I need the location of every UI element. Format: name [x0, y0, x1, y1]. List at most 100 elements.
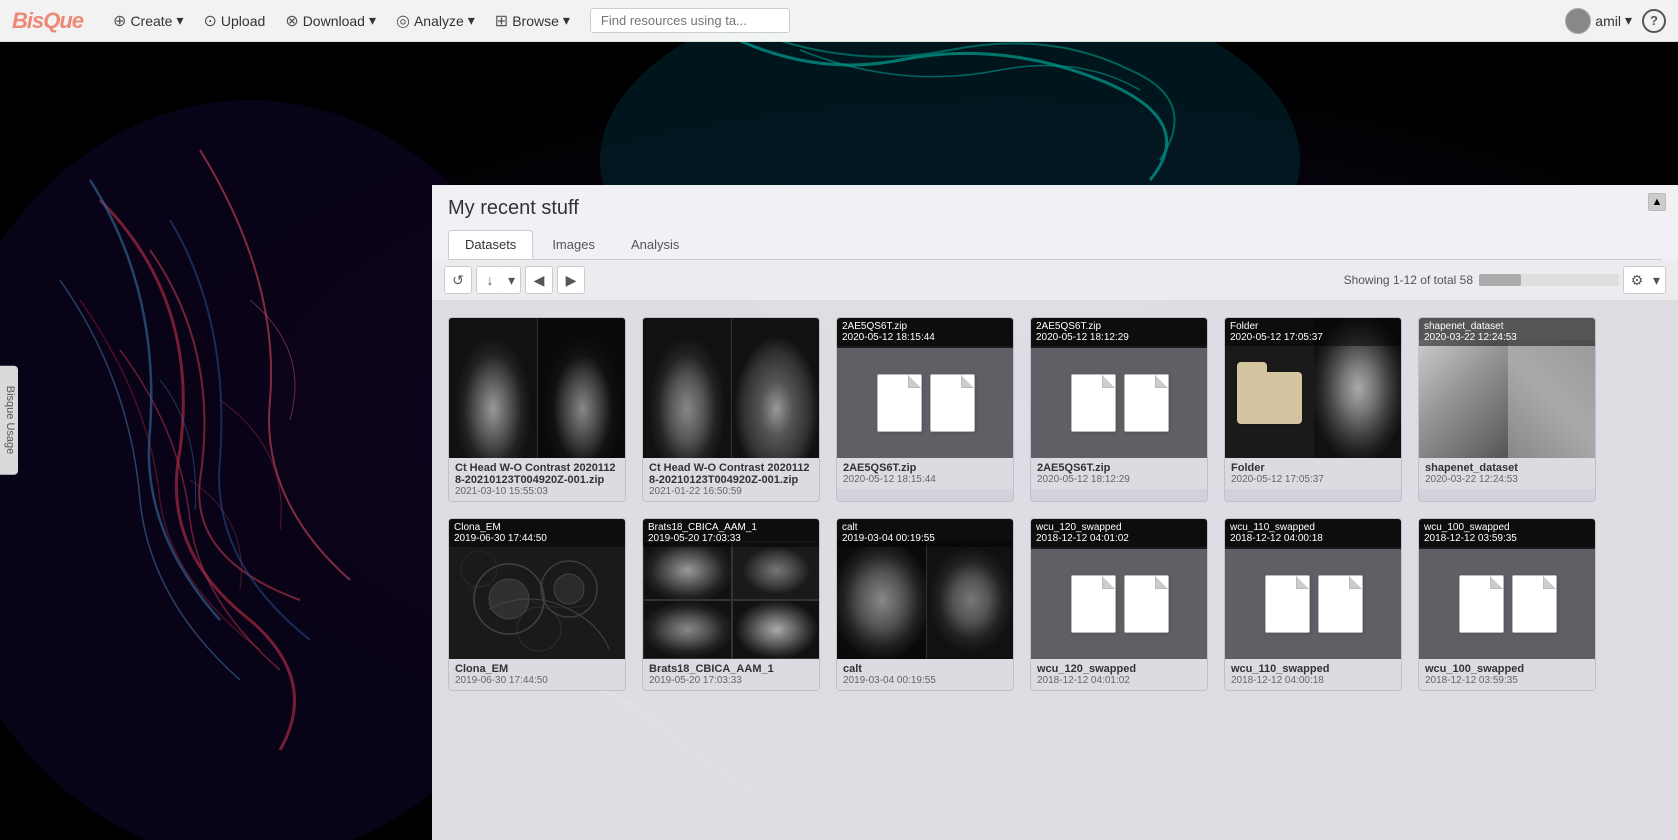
- list-item[interactable]: Ct Head W-O Contrast 20201128-20210123T0…: [642, 317, 820, 502]
- grid-row-2: Clona_EM 2019-06-30 17:44:50: [448, 518, 1662, 691]
- item-name: 2AE5QS6T.zip: [1037, 462, 1201, 474]
- list-item[interactable]: wcu_100_swapped 2018-12-12 03:59:35 wcu_…: [1418, 518, 1596, 691]
- list-item[interactable]: Clona_EM 2019-06-30 17:44:50: [448, 518, 626, 691]
- item-info: Folder 2020-05-12 17:05:37: [1225, 458, 1401, 489]
- item-info: shapenet_dataset 2020-03-22 12:24:53: [1419, 458, 1595, 489]
- pagination-bar: [1479, 274, 1619, 286]
- item-date: 2020-05-12 17:05:37: [1231, 474, 1395, 485]
- settings-button[interactable]: ⚙: [1623, 266, 1651, 294]
- settings-dropdown-icon: ▾: [1653, 272, 1660, 289]
- grid-content: Ct Head W-O Contrast 20201128-20210123T0…: [432, 301, 1678, 840]
- item-date: 2018-12-12 03:59:35: [1425, 675, 1589, 686]
- item-preview: Clona_EM 2019-06-30 17:44:50: [449, 519, 626, 659]
- item-header: calt: [842, 522, 858, 533]
- list-item[interactable]: calt 2019-03-04 00:19:55 calt 2019-03-04…: [836, 518, 1014, 691]
- item-header-date: 2018-12-12 03:59:35: [1424, 533, 1517, 544]
- list-item[interactable]: wcu_120_swapped 2018-12-12 04:01:02 wcu_…: [1030, 518, 1208, 691]
- item-date: 2018-12-12 04:00:18: [1231, 675, 1395, 686]
- tab-datasets[interactable]: Datasets: [448, 230, 533, 259]
- item-preview: wcu_100_swapped 2018-12-12 03:59:35: [1419, 519, 1596, 659]
- item-header: wcu_120_swapped: [1036, 522, 1122, 533]
- item-info: wcu_120_swapped 2018-12-12 04:01:02: [1031, 659, 1207, 690]
- item-header-date: 2020-03-22 12:24:53: [1424, 332, 1517, 343]
- file-icon: [930, 374, 975, 432]
- panel-collapse-button[interactable]: ▲: [1648, 193, 1666, 211]
- folder-icon: [1237, 372, 1302, 424]
- item-header: Clona_EM: [454, 522, 501, 533]
- item-header: Folder: [1230, 321, 1258, 332]
- item-date: 2020-05-12 18:15:44: [843, 474, 1007, 485]
- help-button[interactable]: ?: [1642, 9, 1666, 33]
- item-header-date: 2020-05-12 18:12:29: [1036, 332, 1129, 343]
- navbar: BisQue ⊕ Create ▾ ⊙ Upload ⊗ Download ▾ …: [0, 0, 1678, 42]
- item-preview: Brats18_CBICA_AAM_1 2019-05-20 17:03:33: [643, 519, 820, 659]
- nav-right: amil ▾ ?: [1565, 8, 1666, 34]
- prev-button[interactable]: ◀: [525, 266, 553, 294]
- download-button[interactable]: ↓: [476, 266, 504, 294]
- item-date: 2021-01-22 16:50:59: [649, 486, 813, 497]
- analyze-button[interactable]: ◎ Analyze ▾: [386, 7, 485, 35]
- item-header-date: 2018-12-12 04:01:02: [1036, 533, 1129, 544]
- user-dropdown-icon: ▾: [1625, 12, 1632, 29]
- settings-dropdown-button[interactable]: ▾: [1648, 266, 1666, 294]
- download-button[interactable]: ⊗ Download ▾: [275, 7, 386, 35]
- item-preview: [643, 318, 820, 458]
- item-info: calt 2019-03-04 00:19:55: [837, 659, 1013, 690]
- analyze-icon: ◎: [396, 11, 410, 31]
- download-icon: ↓: [487, 272, 494, 288]
- settings-area: ⚙ ▾: [1623, 266, 1666, 294]
- browse-button[interactable]: ⊞ Browse ▾: [485, 7, 580, 35]
- item-header-date: 2020-05-12 17:05:37: [1230, 332, 1323, 343]
- analyze-dropdown-icon: ▾: [468, 12, 475, 29]
- tab-images[interactable]: Images: [535, 230, 612, 259]
- item-date: 2021-03-10 15:55:03: [455, 486, 619, 497]
- item-info: wcu_110_swapped 2018-12-12 04:00:18: [1225, 659, 1401, 690]
- list-item[interactable]: shapenet_dataset 2020-03-22 12:24:53 sha…: [1418, 317, 1596, 502]
- file-icon: [1318, 575, 1363, 633]
- main-panel: My recent stuff ▲ Datasets Images Analys…: [432, 185, 1678, 840]
- list-item[interactable]: 2AE5QS6T.zip 2020-05-12 18:15:44 2AE5QS6…: [836, 317, 1014, 502]
- item-header-date: 2019-05-20 17:03:33: [648, 533, 741, 544]
- download-icon: ⊗: [285, 11, 298, 31]
- grid-row-1: Ct Head W-O Contrast 20201128-20210123T0…: [448, 317, 1662, 502]
- item-preview: shapenet_dataset 2020-03-22 12:24:53: [1419, 318, 1596, 458]
- bisque-usage-tab[interactable]: Bisque Usage: [0, 366, 18, 475]
- search-input[interactable]: [590, 8, 790, 33]
- file-icon: [877, 374, 922, 432]
- item-info: Brats18_CBICA_AAM_1 2019-05-20 17:03:33: [643, 659, 819, 690]
- refresh-icon: ↺: [452, 272, 464, 289]
- plus-icon: ⊕: [113, 11, 126, 31]
- list-item[interactable]: Folder 2020-05-12 17:05:37 Folder 2020-0…: [1224, 317, 1402, 502]
- user-avatar: [1565, 8, 1591, 34]
- tab-analysis[interactable]: Analysis: [614, 230, 696, 259]
- toolbar: ↺ ↓ ▾ ◀ ▶ Showing 1-12 of total 58 ⚙ ▾: [432, 260, 1678, 301]
- item-preview: 2AE5QS6T.zip 2020-05-12 18:12:29: [1031, 318, 1208, 458]
- app-logo[interactable]: BisQue: [12, 8, 83, 34]
- play-icon: ▶: [566, 272, 577, 289]
- refresh-button[interactable]: ↺: [444, 266, 472, 294]
- panel-title: My recent stuff: [448, 197, 1662, 220]
- item-header: shapenet_dataset: [1424, 321, 1504, 332]
- file-icon: [1071, 575, 1116, 633]
- item-info: Ct Head W-O Contrast 20201128-20210123T0…: [643, 458, 819, 501]
- dropdown-icon: ▾: [508, 272, 515, 289]
- pagination-info: Showing 1-12 of total 58: [1344, 273, 1619, 287]
- list-item[interactable]: Ct Head W-O Contrast 20201128-20210123T0…: [448, 317, 626, 502]
- item-header: wcu_100_swapped: [1424, 522, 1510, 533]
- item-name: 2AE5QS6T.zip: [843, 462, 1007, 474]
- play-button[interactable]: ▶: [557, 266, 585, 294]
- list-item[interactable]: Brats18_CBICA_AAM_1 2019-05-20 17:03:33 …: [642, 518, 820, 691]
- item-header-date: 2019-06-30 17:44:50: [454, 533, 547, 544]
- item-date: 2020-03-22 12:24:53: [1425, 474, 1589, 485]
- item-header: 2AE5QS6T.zip: [842, 321, 907, 332]
- download-dropdown-button[interactable]: ▾: [503, 266, 521, 294]
- user-menu[interactable]: amil ▾: [1565, 8, 1632, 34]
- item-name: Ct Head W-O Contrast 20201128-20210123T0…: [649, 462, 813, 486]
- file-icon: [1071, 374, 1116, 432]
- upload-button[interactable]: ⊙ Upload: [194, 7, 276, 35]
- create-button[interactable]: ⊕ Create ▾: [103, 7, 193, 35]
- list-item[interactable]: wcu_110_swapped 2018-12-12 04:00:18 wcu_…: [1224, 518, 1402, 691]
- file-icon: [1512, 575, 1557, 633]
- item-info: wcu_100_swapped 2018-12-12 03:59:35: [1419, 659, 1595, 690]
- list-item[interactable]: 2AE5QS6T.zip 2020-05-12 18:12:29 2AE5QS6…: [1030, 317, 1208, 502]
